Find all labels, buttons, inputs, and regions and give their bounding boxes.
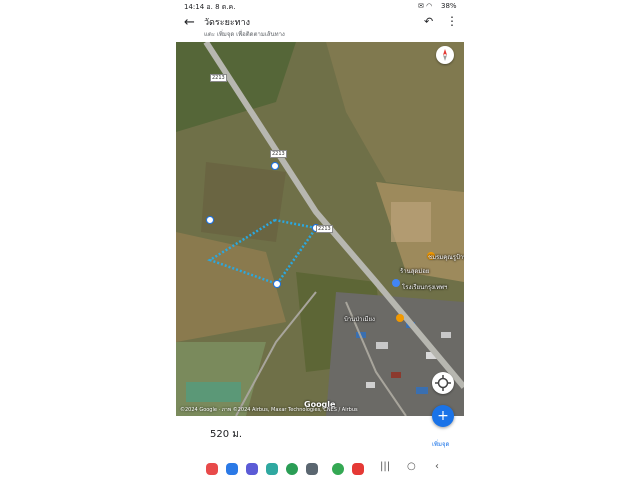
- youtube-icon[interactable]: [352, 463, 364, 475]
- undo-icon[interactable]: ↶: [424, 15, 433, 28]
- satellite-map[interactable]: 2213 2213 2213 ชมรมคุณรูป้านชัยม ร้านสุด…: [176, 42, 464, 416]
- apps-grid-icon[interactable]: [306, 463, 318, 475]
- chrome-icon[interactable]: [286, 463, 298, 475]
- poi-label[interactable]: ร้านสุดม่อย: [400, 266, 429, 276]
- recent-apps-icon[interactable]: |||: [380, 461, 390, 472]
- add-point-fab[interactable]: +: [432, 405, 454, 427]
- page-subtitle: แตะ เพิ่มจุด เพื่อติดตามเส้นทาง: [204, 31, 285, 38]
- map-copyright: ©2024 Google · ภาพ ©2024 Airbus, Maxar T…: [180, 407, 358, 413]
- road-label: 2213: [316, 225, 333, 233]
- wifi-icon: ✉ ◠: [418, 2, 433, 10]
- messages-icon[interactable]: [226, 463, 238, 475]
- add-point-button[interactable]: เพิ่มจุด: [432, 439, 449, 449]
- battery-level: 38%: [441, 2, 457, 10]
- maps-icon[interactable]: [332, 463, 344, 475]
- poi-label[interactable]: ชมรมคุณรูป้านชัยม: [428, 252, 464, 262]
- calendar-icon[interactable]: [246, 463, 258, 475]
- gallery-icon[interactable]: [266, 463, 278, 475]
- home-icon[interactable]: ○: [407, 461, 416, 472]
- page-title: วัดระยะทาง: [204, 18, 251, 28]
- top-app-bar: ← วัดระยะทาง แตะ เพิ่มจุด เพื่อติดตามเส้…: [176, 12, 464, 42]
- more-vert-icon[interactable]: ⋮: [446, 14, 458, 28]
- poi-label[interactable]: โรงเรียนกรุงเทพฯ: [402, 282, 447, 292]
- road-label: 2213: [270, 150, 287, 158]
- arrow-left-icon[interactable]: ←: [184, 15, 195, 30]
- distance-readout: 520 ม.: [210, 429, 243, 440]
- compass-icon[interactable]: [436, 46, 454, 64]
- status-bar: 14:14 อ. 8 ต.ค. ✉ ◠ 38%: [0, 0, 640, 12]
- poi-label[interactable]: บ้านป่าเมียง: [344, 314, 375, 324]
- contacts-icon[interactable]: [206, 463, 218, 475]
- system-nav-bar: ||| ○ ‹: [0, 458, 640, 480]
- my-location-icon[interactable]: [432, 372, 454, 394]
- road-label: 2213: [210, 74, 227, 82]
- back-nav-icon[interactable]: ‹: [435, 461, 439, 472]
